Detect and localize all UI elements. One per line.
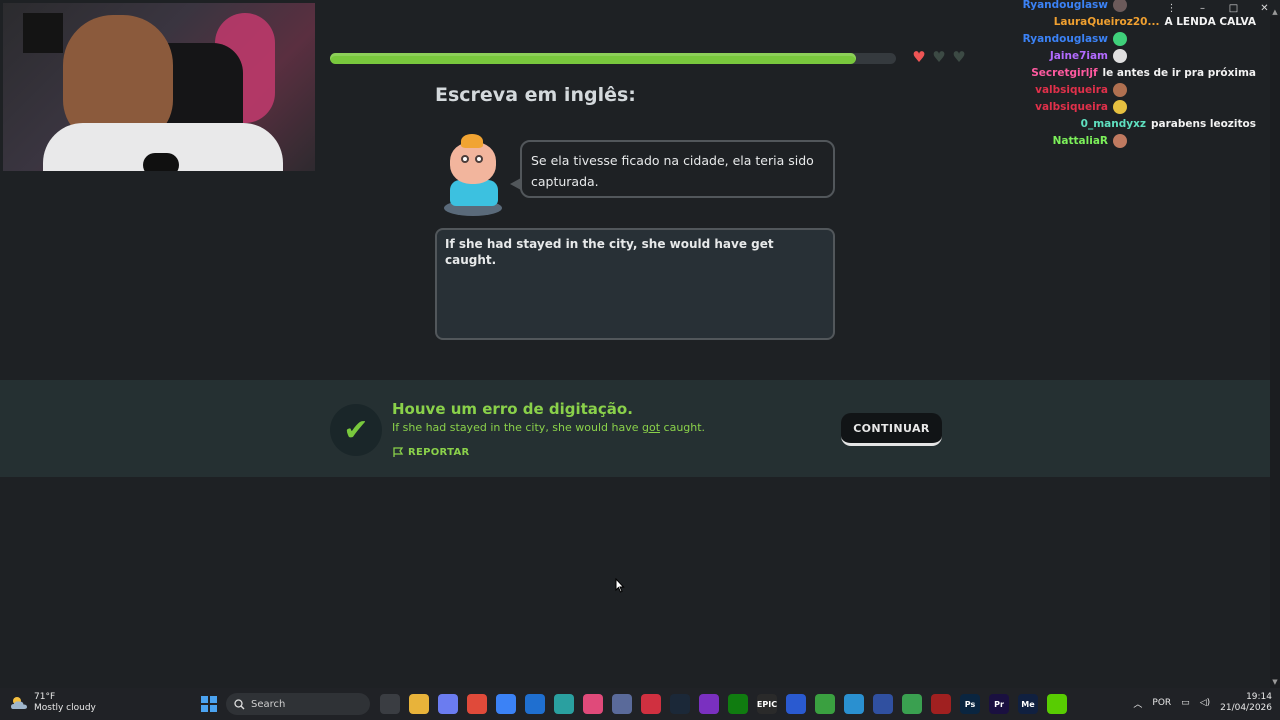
flag-icon bbox=[393, 447, 404, 457]
task-view-icon[interactable] bbox=[380, 694, 400, 714]
continue-button[interactable]: CONTINUAR bbox=[841, 413, 942, 446]
heart-icon: ♥ bbox=[952, 48, 966, 66]
chat-username: 0_mandyxz bbox=[1080, 118, 1146, 130]
emote-icon bbox=[1113, 100, 1127, 114]
checkmark-icon: ✔ bbox=[330, 404, 382, 456]
chat-message: LauraQueiroz20... A LENDA CALVA bbox=[1054, 14, 1256, 30]
source-sentence-bubble: Se ela tivesse ficado na cidade, ela ter… bbox=[520, 140, 835, 198]
file-explorer-icon[interactable] bbox=[409, 694, 429, 714]
store-icon[interactable] bbox=[496, 694, 516, 714]
character-avatar bbox=[442, 132, 506, 218]
chat-username: LauraQueiroz20... bbox=[1053, 16, 1160, 28]
background-poster bbox=[23, 13, 63, 53]
premiere-icon[interactable]: Pr bbox=[989, 694, 1009, 714]
chat-message: Ryandouglasw bbox=[1023, 31, 1132, 47]
chat-username: Jaine7iam bbox=[1049, 50, 1108, 62]
windows-start-icon[interactable] bbox=[201, 696, 217, 712]
chat-username: Ryandouglasw bbox=[1022, 0, 1108, 11]
report-button[interactable]: REPORTAR bbox=[392, 447, 470, 458]
weather-widget[interactable]: 71°F Mostly cloudy bbox=[10, 692, 96, 714]
microphone bbox=[143, 153, 179, 171]
emote-icon bbox=[1113, 83, 1127, 97]
emote-icon bbox=[1113, 32, 1127, 46]
chat-username: NattaliaR bbox=[1052, 135, 1108, 147]
lesson-progress-fill bbox=[330, 53, 857, 64]
chat-message: Ryandouglasw bbox=[1023, 0, 1132, 13]
answer-textarea[interactable]: If she had stayed in the city, she would… bbox=[435, 228, 835, 340]
taskbar: 71°F Mostly cloudy Search EPIC Ps Pr Me ︿ PO… bbox=[0, 688, 1280, 720]
emote-icon bbox=[1113, 49, 1127, 63]
network-icon[interactable]: ▭ bbox=[1181, 698, 1190, 708]
chat-username: valbsiqueira bbox=[1035, 101, 1108, 113]
lesson-progress-bar bbox=[330, 53, 896, 64]
cloud-icon bbox=[11, 697, 27, 709]
chat-text: le antes de ir pra próxima bbox=[1102, 67, 1256, 79]
taskbar-search[interactable]: Search bbox=[226, 693, 370, 715]
app-icon[interactable] bbox=[873, 694, 893, 714]
app-icon[interactable] bbox=[612, 694, 632, 714]
speaker-icon[interactable]: ◁) bbox=[1200, 698, 1210, 708]
taskbar-apps: EPIC Ps Pr Me bbox=[380, 694, 1067, 714]
clock[interactable]: 19:14 21/04/2026 bbox=[1220, 692, 1272, 714]
emote-icon bbox=[1113, 0, 1127, 12]
steam-icon[interactable] bbox=[670, 694, 690, 714]
chevron-up-icon[interactable]: ︿ bbox=[1133, 697, 1142, 710]
feedback-bar: ✔ Houve um erro de digitação. If she had… bbox=[0, 380, 1270, 477]
correction-highlight: got bbox=[642, 421, 661, 434]
chat-message: valbsiqueira bbox=[1035, 99, 1132, 115]
xbox-icon[interactable] bbox=[728, 694, 748, 714]
weather-temp: 71°F bbox=[34, 692, 56, 702]
heart-icon: ♥ bbox=[912, 48, 926, 66]
emote-icon bbox=[1113, 134, 1127, 148]
language-indicator[interactable]: POR bbox=[1152, 698, 1171, 708]
hearts: ♥ ♥ ♥ bbox=[911, 49, 967, 65]
app-icon[interactable] bbox=[902, 694, 922, 714]
webcam-overlay bbox=[3, 3, 315, 171]
app-icon[interactable] bbox=[554, 694, 574, 714]
duolingo-icon[interactable] bbox=[1047, 694, 1067, 714]
chat-message: valbsiqueira bbox=[1035, 82, 1132, 98]
outlook-icon[interactable] bbox=[525, 694, 545, 714]
copilot-icon[interactable] bbox=[438, 694, 458, 714]
app-icon[interactable] bbox=[931, 694, 951, 714]
chrome-icon[interactable] bbox=[467, 694, 487, 714]
chat-message: 0_mandyxz parabens leozitos bbox=[1081, 116, 1256, 132]
chat-message: NattaliaR bbox=[1053, 133, 1132, 149]
chat-message: Jaine7iam bbox=[1050, 48, 1132, 64]
feedback-correction: If she had stayed in the city, she would… bbox=[392, 421, 706, 434]
chat-username: Ryandouglasw bbox=[1022, 33, 1108, 45]
chat-message: Secretgirljf le antes de ir pra próxima bbox=[1031, 65, 1256, 81]
app-icon[interactable] bbox=[786, 694, 806, 714]
chat-username: Secretgirljf bbox=[1031, 67, 1098, 79]
app-icon[interactable] bbox=[583, 694, 603, 714]
chat-text: parabens leozitos bbox=[1150, 118, 1256, 130]
epic-icon[interactable]: EPIC bbox=[757, 694, 777, 714]
weather-desc: Mostly cloudy bbox=[34, 703, 96, 713]
feedback-title: Houve um erro de digitação. bbox=[392, 400, 633, 418]
chat-text: A LENDA CALVA bbox=[1164, 16, 1256, 28]
scrollbar[interactable] bbox=[1270, 16, 1280, 688]
app-icon[interactable] bbox=[815, 694, 835, 714]
app-icon[interactable] bbox=[699, 694, 719, 714]
search-icon bbox=[234, 698, 245, 709]
scroll-down-icon[interactable]: ▼ bbox=[1271, 678, 1279, 686]
heart-icon: ♥ bbox=[932, 48, 946, 66]
app-icon[interactable] bbox=[844, 694, 864, 714]
system-tray: ︿ POR ▭ ◁) 19:14 21/04/2026 bbox=[1133, 692, 1272, 714]
app-icon[interactable] bbox=[641, 694, 661, 714]
chat-username: valbsiqueira bbox=[1035, 84, 1108, 96]
photoshop-icon[interactable]: Ps bbox=[960, 694, 980, 714]
scroll-up-icon[interactable]: ▲ bbox=[1271, 8, 1279, 16]
prompt-title: Escreva em inglês: bbox=[435, 84, 636, 106]
media-encoder-icon[interactable]: Me bbox=[1018, 694, 1038, 714]
